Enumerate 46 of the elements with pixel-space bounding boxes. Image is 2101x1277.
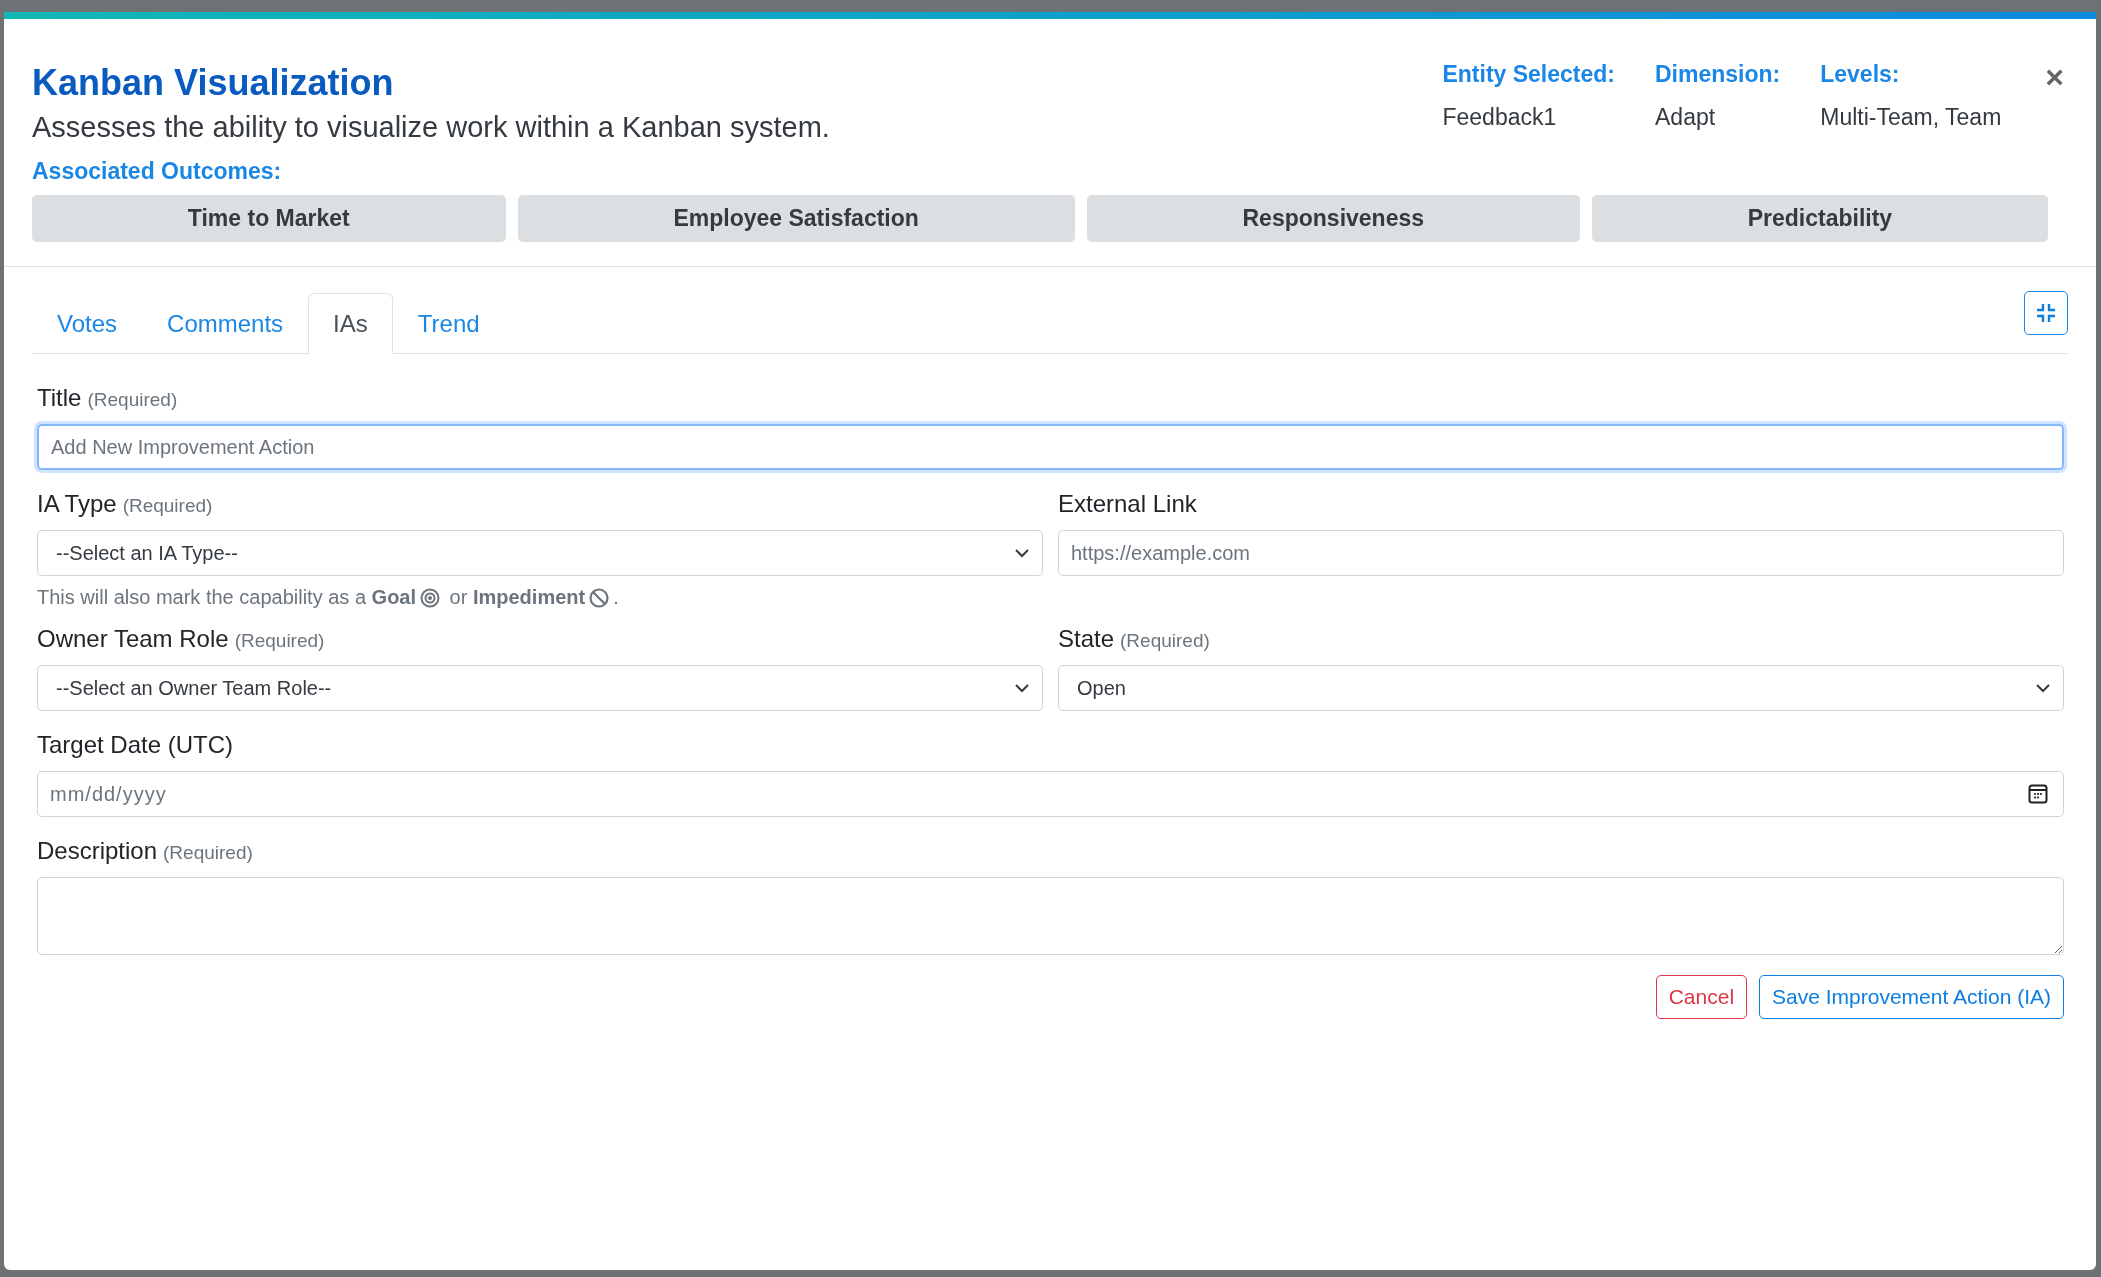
tab[interactable]: Trend: [392, 293, 505, 354]
outcomes-label: Associated Outcomes:: [32, 158, 283, 185]
required-note: (Required): [163, 842, 253, 863]
calendar-icon: [2028, 784, 2048, 804]
help-text: This will also mark the capability as a Goal: [37, 586, 417, 609]
tab[interactable]: Votes: [32, 293, 143, 354]
required-note: (Required): [1120, 630, 1210, 651]
cancel-button[interactable]: Cancel: [1655, 975, 1748, 1019]
field-label: State: [1058, 625, 1115, 652]
tab[interactable]: IAs: [308, 293, 393, 354]
help-text: or Impediment: [448, 586, 586, 609]
select-field[interactable]: Open: [1058, 665, 2064, 711]
field-label: IA Type: [37, 490, 117, 517]
field-label: Title: [37, 384, 82, 411]
meta-value: Adapt: [1655, 104, 1717, 131]
required-note: (Required): [234, 630, 325, 651]
close-button[interactable]: ×: [2041, 61, 2068, 93]
select-field[interactable]: --Select an IA Type--: [37, 530, 1043, 576]
meta-label: Dimension:: [1655, 61, 1781, 88]
required-note: (Required): [122, 495, 213, 516]
collapse-button[interactable]: [2024, 291, 2068, 335]
target-icon: [420, 587, 441, 608]
modal-description: Assesses the ability to visualize work within a Kanban system.: [32, 111, 830, 144]
outcome-button[interactable]: Employee Satisfaction: [517, 195, 1075, 242]
outcome-button[interactable]: Responsiveness: [1086, 195, 1580, 242]
meta-value: Multi-Team, Team: [1820, 104, 2002, 131]
meta-label: Entity Selected:: [1442, 61, 1615, 88]
field-label: Owner Team Role: [37, 625, 229, 652]
field-label: External Link: [1058, 490, 1197, 517]
date-field[interactable]: mm/dd/yyyy: [37, 771, 2064, 817]
select-field[interactable]: --Select an Owner Team Role--: [37, 665, 1043, 711]
modal-title: Kanban Visualization: [32, 61, 395, 105]
field-label: Description: [37, 837, 158, 864]
input-field[interactable]: https://example.com: [1058, 530, 2064, 576]
prohibited-icon: [589, 587, 610, 608]
help-text: .: [613, 586, 619, 609]
save-button[interactable]: Save Improvement Action (IA): [1759, 975, 2064, 1019]
field-label: Target Date (UTC): [37, 731, 234, 758]
required-note: (Required): [87, 389, 178, 410]
collapse-icon: [2036, 303, 2056, 323]
input-field[interactable]: Add New Improvement Action: [37, 424, 2064, 470]
outcome-button[interactable]: Time to Market: [32, 195, 506, 242]
meta-label: Levels:: [1820, 61, 1901, 88]
tab[interactable]: Comments: [142, 293, 309, 354]
meta-value: Feedback1: [1442, 104, 1558, 131]
outcome-button[interactable]: Predictability: [1591, 195, 2048, 242]
